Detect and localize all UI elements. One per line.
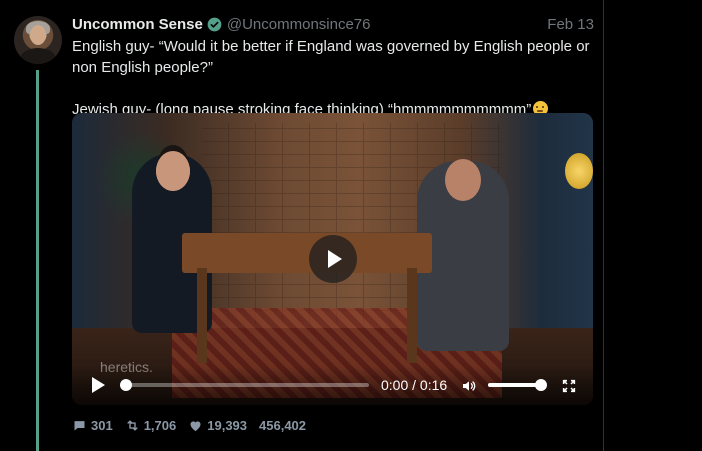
volume-slider[interactable] bbox=[488, 379, 548, 391]
video-player[interactable]: heretics. 0:00 / 0:16 bbox=[72, 113, 593, 405]
retweet-button[interactable]: 1,706 bbox=[125, 418, 177, 433]
tweet-date[interactable]: Feb 13 bbox=[547, 16, 594, 33]
timeline-column: Uncommon Sense @Uncommonsince76 Feb 13 E… bbox=[0, 0, 603, 451]
view-count-stat[interactable]: 456,402 bbox=[259, 418, 306, 433]
tweet-text: English guy- “Would it be better if Engl… bbox=[72, 36, 594, 120]
reply-count: 301 bbox=[91, 418, 113, 433]
retweet-icon bbox=[127, 420, 138, 431]
tweet-body: English guy- “Would it be better if Engl… bbox=[72, 38, 590, 118]
progress-bar[interactable] bbox=[120, 379, 369, 391]
current-time: 0:00 bbox=[381, 377, 409, 393]
duration: 0:16 bbox=[419, 377, 448, 393]
volume-icon[interactable] bbox=[460, 378, 478, 394]
play-overlay-button[interactable] bbox=[309, 235, 357, 283]
reply-icon bbox=[74, 421, 85, 431]
like-button[interactable]: 19,393 bbox=[188, 418, 247, 433]
author-handle[interactable]: @Uncommonsince76 bbox=[227, 16, 371, 33]
volume-handle[interactable] bbox=[535, 379, 548, 391]
lamp bbox=[565, 153, 593, 189]
retweet-count: 1,706 bbox=[143, 418, 177, 433]
reply-button[interactable]: 301 bbox=[72, 418, 113, 433]
volume-fill bbox=[488, 383, 542, 387]
thread-line bbox=[36, 70, 39, 451]
right-panel bbox=[603, 0, 702, 451]
play-icon[interactable] bbox=[90, 377, 106, 393]
verified-badge-icon bbox=[207, 17, 222, 31]
avatar[interactable] bbox=[14, 16, 62, 64]
author-name[interactable]: Uncommon Sense bbox=[72, 16, 203, 33]
fullscreen-icon[interactable] bbox=[561, 378, 577, 394]
video-controls: 0:00 / 0:16 bbox=[72, 365, 593, 405]
time-display: 0:00 / 0:16 bbox=[381, 377, 448, 393]
heart-icon bbox=[190, 421, 201, 432]
like-count: 19,393 bbox=[207, 418, 248, 433]
view-count: 456,402 bbox=[259, 418, 307, 433]
tweet-actions: 301 1,706 19,393 456,402 bbox=[72, 418, 306, 433]
progress-handle[interactable] bbox=[120, 379, 132, 391]
tweet-header: Uncommon Sense @Uncommonsince76 Feb 13 bbox=[72, 14, 594, 34]
table bbox=[182, 233, 432, 273]
